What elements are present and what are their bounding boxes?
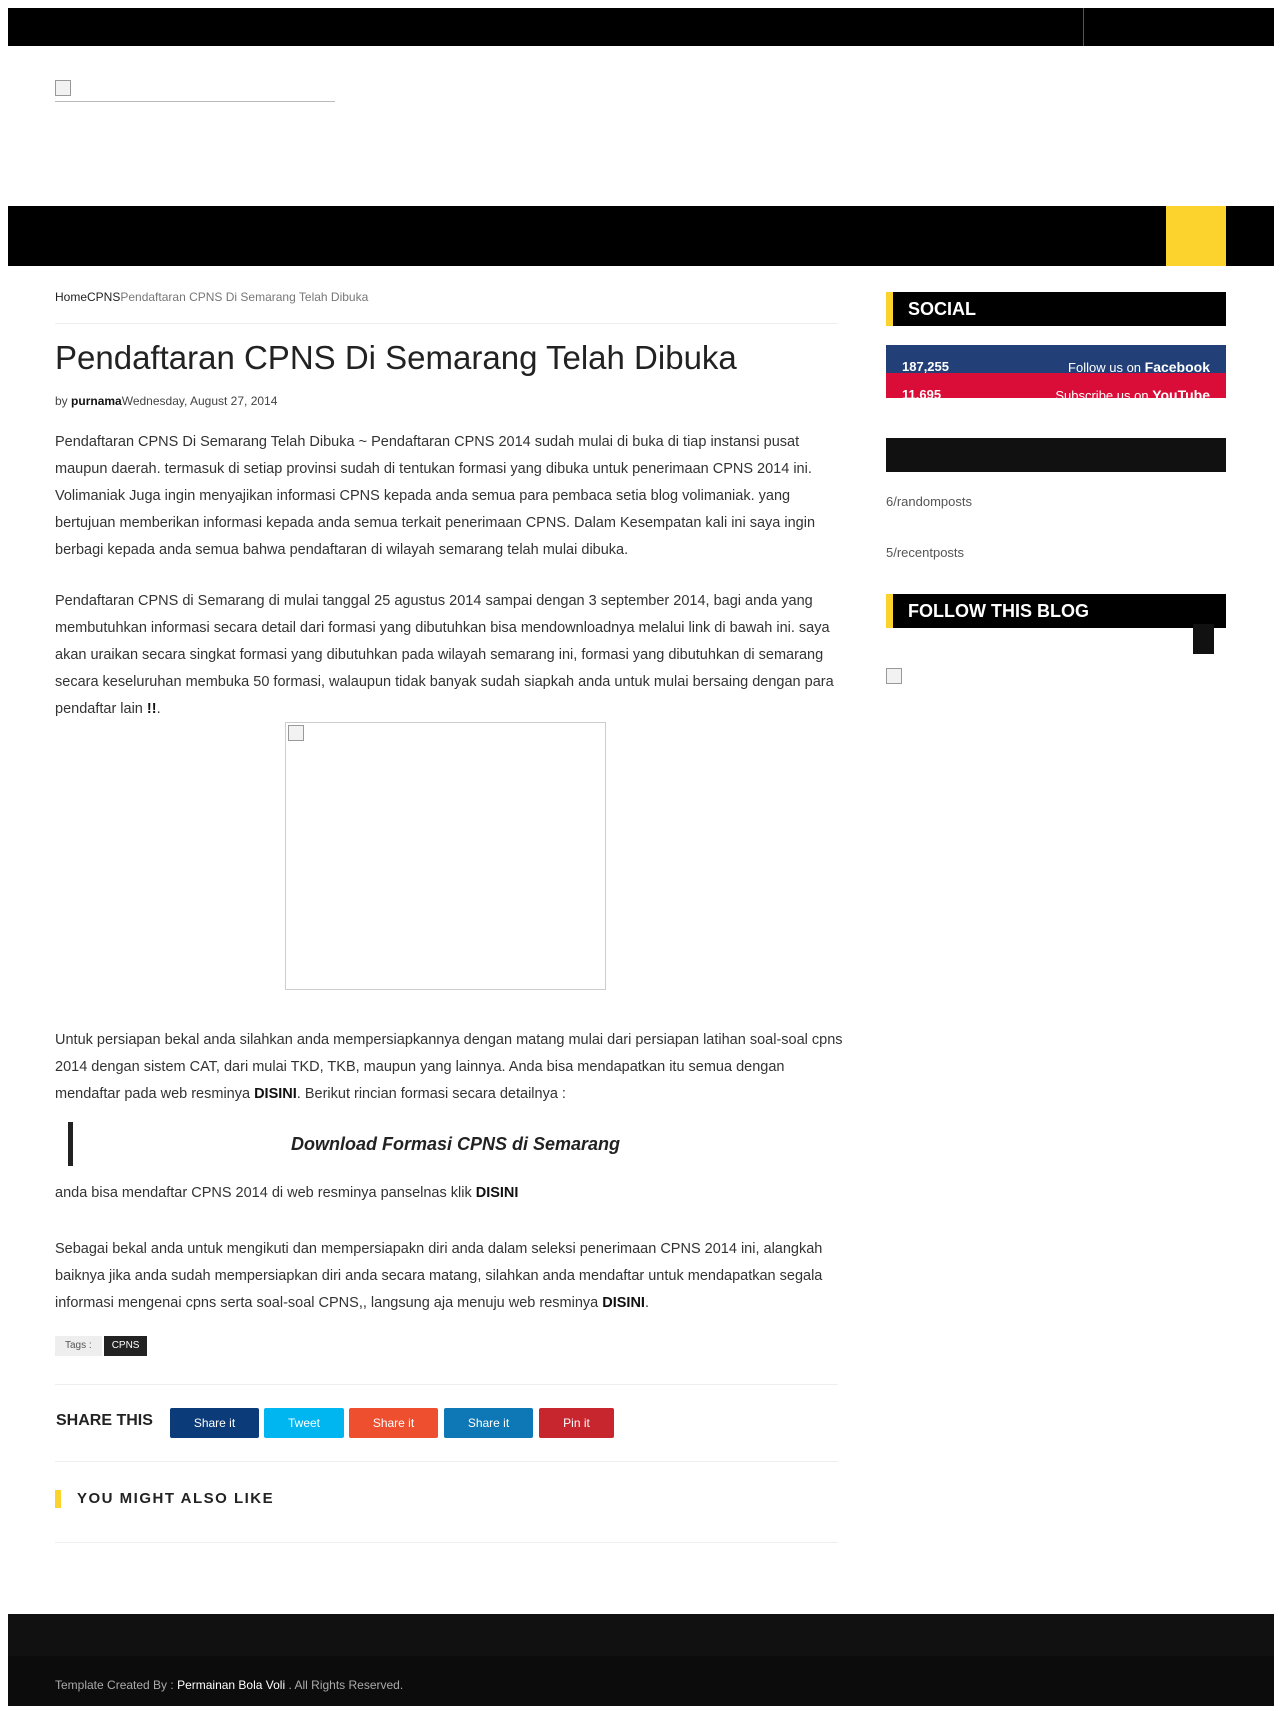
youtube-count: 11,695 [902,387,942,398]
post-header: HomeCPNSPendaftaran CPNS Di Semarang Tel… [55,290,838,408]
facebook-follow: Follow us on Facebook [1068,359,1210,373]
facebook-count: 187,255 [902,359,949,373]
meta-by: by [55,394,68,408]
footer: Template Created By : Permainan Bola Vol… [8,1614,1274,1706]
follow-heading-text: FOLLOW THIS BLOG [908,601,1089,621]
paragraph-5-text: Sebagai bekal anda untuk mengikuti dan m… [55,1241,823,1311]
download-formasi-link[interactable]: Download Formasi CPNS di Semarang [73,1122,838,1166]
paragraph-2-end: . [156,701,161,717]
post-image [285,722,606,990]
post-paragraph-3: Untuk persiapan bekal anda silahkan anda… [55,1027,845,1108]
paragraph-4-text: anda bisa mendaftar CPNS 2014 di web res… [55,1185,476,1201]
post-tags: Tags : CPNS [55,1336,148,1356]
breadcrumb: HomeCPNSPendaftaran CPNS Di Semarang Tel… [55,290,838,324]
paragraph-3-end: . Berikut rincian formasi secara detailn… [296,1086,566,1102]
tag-cpns[interactable]: CPNS [103,1336,148,1356]
disini-link[interactable]: DISINI [254,1086,297,1102]
share-google-button[interactable]: Share it [349,1408,438,1438]
footer-author-link[interactable]: Permainan Bola Voli [177,1678,285,1692]
follow-widget-heading: FOLLOW THIS BLOG [886,594,1226,628]
disini-link[interactable]: DISINI [476,1185,519,1201]
post-paragraph-5: Sebagai bekal anda untuk mengikuti dan m… [55,1236,845,1317]
divider [55,1461,838,1462]
divider [55,1542,838,1543]
breadcrumb-home[interactable]: Home [55,290,87,304]
top-bar [8,8,1274,46]
footer-prefix: Template Created By : [55,1678,178,1692]
download-blockquote: Download Formasi CPNS di Semarang [68,1122,838,1166]
footer-credit: Template Created By : Permainan Bola Vol… [55,1678,403,1692]
follow-button[interactable] [1193,624,1214,654]
youtube-network: YouTube [1152,387,1210,398]
youtube-subscribe-text: Subscribe us on [1055,388,1153,398]
footer-suffix: . All Rights Reserved. [285,1678,404,1692]
site-logo[interactable] [55,80,335,102]
divider [55,1384,838,1385]
paragraph-5-end: . [644,1295,649,1311]
tabs-widget-heading [886,438,1226,472]
youtube-counter[interactable]: 11,695 Subscribe us on YouTube [886,373,1226,398]
broken-image-icon [55,80,71,96]
post-date: Wednesday, August 27, 2014 [121,394,278,408]
share-facebook-button[interactable]: Share it [170,1408,259,1438]
post-meta: by purnamaWednesday, August 27, 2014 [55,394,838,408]
search-toggle-button[interactable] [1166,206,1226,266]
tags-label: Tags : [55,1336,102,1356]
related-posts-heading: YOU MIGHT ALSO LIKE [55,1490,274,1508]
social-widget-heading: SOCIAL [886,292,1226,326]
facebook-counter[interactable]: 187,255 Follow us on Facebook [886,345,1226,373]
paragraph-2-emphasis: !! [146,701,157,717]
heading-accent [886,292,893,326]
youtube-subscribe: Subscribe us on YouTube [1055,387,1210,398]
breadcrumb-category[interactable]: CPNS [87,290,120,304]
paragraph-2-text: Pendaftaran CPNS di Semarang di mulai ta… [55,593,834,717]
broken-image-icon [886,668,902,684]
top-bar-divider [1083,8,1084,46]
heading-accent [886,594,893,628]
main-navigation [8,206,1274,266]
share-linkedin-button[interactable]: Share it [444,1408,533,1438]
social-heading-text: SOCIAL [908,299,977,319]
facebook-network: Facebook [1144,359,1210,373]
share-twitter-button[interactable]: Tweet [264,1408,344,1438]
random-posts-widget: 6/randomposts [886,494,972,509]
breadcrumb-current: Pendaftaran CPNS Di Semarang Telah Dibuk… [120,290,369,304]
social-counter: 187,255 Follow us on Facebook 11,695 Sub… [886,345,1226,398]
share-label: SHARE THIS [56,1412,153,1429]
facebook-follow-text: Follow us on [1068,360,1145,373]
post-author[interactable]: purnama [71,394,122,408]
recent-posts-widget: 5/recentposts [886,545,965,560]
post-paragraph-4: anda bisa mendaftar CPNS 2014 di web res… [55,1180,845,1207]
broken-image-icon [288,725,304,741]
post-paragraph-2: Pendaftaran CPNS di Semarang di mulai ta… [55,588,845,723]
post-paragraph-1: Pendaftaran CPNS Di Semarang Telah Dibuk… [55,434,816,558]
share-pinterest-button[interactable]: Pin it [539,1408,614,1438]
post-title: Pendaftaran CPNS Di Semarang Telah Dibuk… [55,339,737,376]
disini-link[interactable]: DISINI [602,1295,645,1311]
